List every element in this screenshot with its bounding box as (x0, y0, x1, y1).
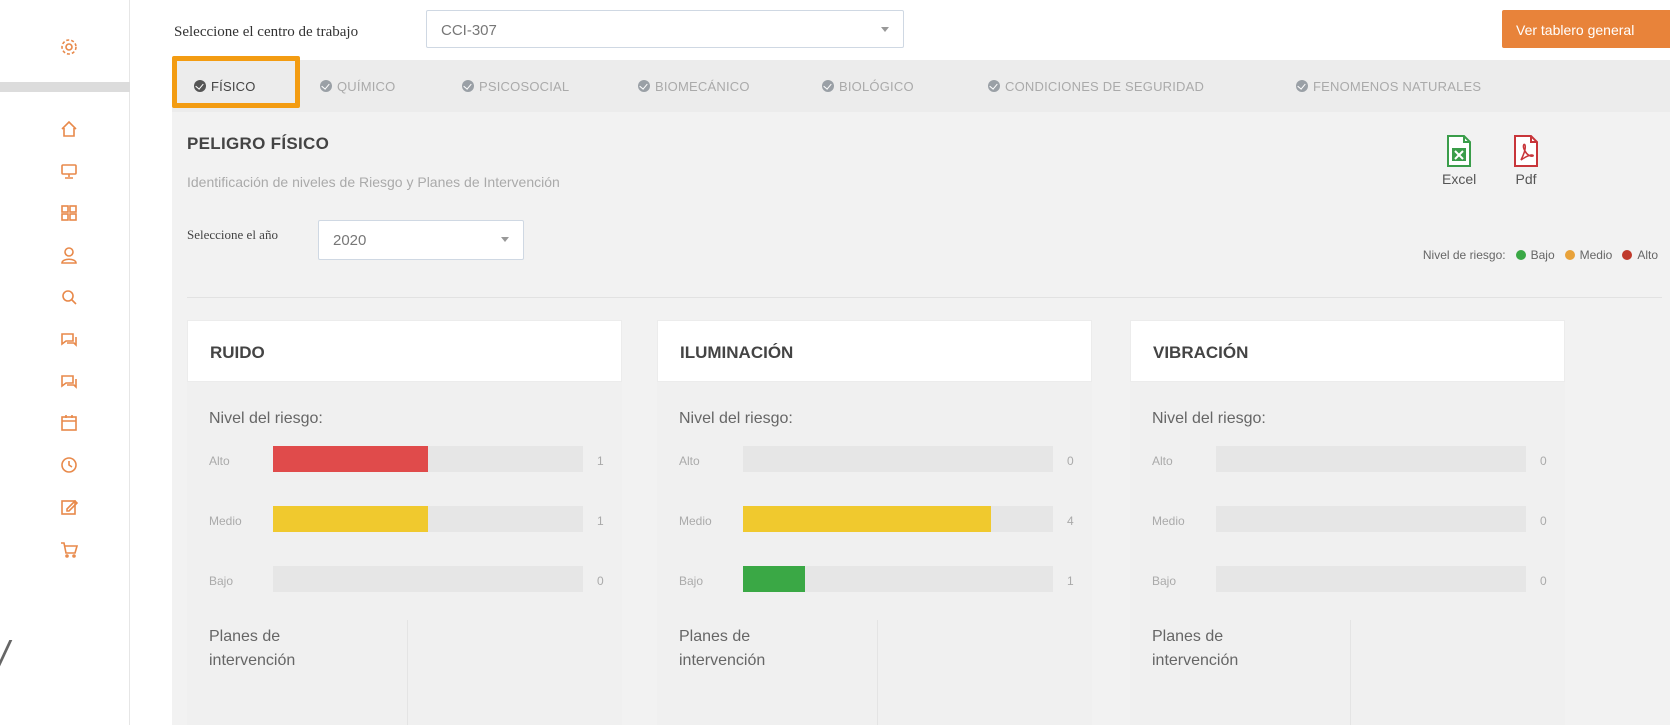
chevron-down-icon (881, 27, 889, 32)
risk-tabs: FÍSICO QUÍMICO PSICOSOCIAL BIOMECÁNICO B… (172, 60, 1670, 112)
excel-icon (1447, 135, 1472, 167)
workcenter-label: Seleccione el centro de trabajo (174, 24, 359, 40)
sidebar (0, 0, 130, 725)
plans-title: Planes de intervención (1152, 628, 1239, 669)
bar-track (743, 566, 1053, 592)
tab-biomecanico[interactable]: BIOMECÁNICO (638, 60, 750, 112)
bar-track (743, 506, 1053, 532)
tab-fenomenos-naturales[interactable]: FENOMENOS NATURALES (1296, 60, 1481, 112)
excel-label: Excel (1442, 171, 1477, 187)
section-subtitle: Identificación de niveles de Riesgo y Pl… (187, 174, 560, 190)
bar-fill (743, 566, 805, 592)
gear-icon[interactable] (58, 36, 80, 58)
legend-item-medio: Medio (1564, 248, 1612, 262)
chevron-down-icon (501, 237, 509, 242)
risk-level-title: Nivel del riesgo: (1152, 410, 1266, 427)
bar-row-alto: Alto 1 (209, 446, 609, 476)
year-label: Seleccione el año (187, 227, 278, 242)
bar-track (273, 506, 583, 532)
bar-track (1216, 566, 1526, 592)
check-circle-icon (822, 80, 834, 92)
edit-icon[interactable] (58, 496, 80, 518)
card-title: ILUMINACIÓN (680, 343, 794, 362)
pdf-icon (1514, 135, 1538, 167)
tab-condiciones-seguridad[interactable]: CONDICIONES DE SEGURIDAD (988, 60, 1204, 112)
plans-title: Planes de intervención (679, 628, 766, 669)
risk-card-ruido: RUIDO Nivel del riesgo: Alto 1 Medio 1 Baj… (187, 320, 622, 725)
calendar-icon[interactable] (58, 412, 80, 434)
legend-item-alto: Alto (1622, 248, 1658, 262)
bar-track (743, 446, 1053, 472)
check-circle-icon (638, 80, 650, 92)
chat-alt-icon[interactable] (58, 370, 80, 392)
legend-title: Nivel de riesgo: (1422, 248, 1506, 262)
card-header: RUIDO (187, 320, 622, 382)
workcenter-select[interactable]: CCI-307 (426, 10, 904, 48)
bar-fill (743, 506, 991, 532)
excel-export-button[interactable]: Excel (1442, 134, 1476, 187)
bar-track (273, 446, 583, 472)
risk-level-title: Nivel del riesgo: (209, 410, 323, 427)
clock-icon[interactable] (58, 454, 80, 476)
year-select[interactable]: 2020 (318, 220, 524, 260)
tab-biologico[interactable]: BIOLÓGICO (822, 60, 914, 112)
content-panel: PELIGRO FÍSICO Identificación de niveles… (172, 112, 1670, 725)
bar-fill (273, 446, 428, 472)
bar-row-alto: Alto 0 (679, 446, 1079, 476)
grid-icon[interactable] (58, 202, 80, 224)
card-header: VIBRACIÓN (1130, 320, 1565, 382)
cart-icon[interactable] (58, 538, 80, 560)
chat-icon[interactable] (58, 328, 80, 350)
plans-divider (1350, 620, 1351, 725)
check-circle-icon (988, 80, 1000, 92)
risk-legend: Nivel de riesgo: Bajo Medio Alto (1423, 248, 1658, 262)
section-title: PELIGRO FÍSICO (187, 134, 330, 153)
search-icon[interactable] (58, 286, 80, 308)
green-dot-icon (1515, 250, 1526, 260)
user-icon[interactable] (58, 244, 80, 266)
plans-divider (877, 620, 878, 725)
risk-card-iluminacion: ILUMINACIÓN Nivel del riesgo: Alto 0 Medi… (657, 320, 1092, 725)
pdf-export-button[interactable]: Pdf (1512, 134, 1540, 187)
plans-divider (407, 620, 408, 725)
tab-psicosocial[interactable]: PSICOSOCIAL (462, 60, 569, 112)
check-circle-icon (462, 80, 474, 92)
topbar: Seleccione el centro de trabajo CCI-307 … (130, 0, 1670, 56)
monitor-icon[interactable] (58, 160, 80, 182)
bar-row-medio: Medio 1 (209, 506, 609, 536)
card-title: VIBRACIÓN (1153, 343, 1249, 362)
bar-track (273, 566, 583, 592)
bar-fill (273, 506, 428, 532)
bar-track (1216, 506, 1526, 532)
section-divider (187, 297, 1662, 298)
orange-dot-icon (1564, 250, 1575, 260)
bar-row-alto: Alto 0 (1152, 446, 1552, 476)
bar-row-bajo: Bajo 1 (679, 566, 1079, 596)
check-circle-icon (320, 80, 332, 92)
card-title: RUIDO (210, 343, 265, 362)
card-header: ILUMINACIÓN (657, 320, 1092, 382)
workcenter-value: CCI-307 (441, 22, 497, 39)
risk-card-vibracion: VIBRACIÓN Nivel del riesgo: Alto 0 Medio 0… (1130, 320, 1565, 725)
risk-level-title: Nivel del riesgo: (679, 410, 793, 427)
plans-title: Planes de intervención (209, 628, 296, 669)
bar-track (1216, 446, 1526, 472)
bar-row-bajo: Bajo 0 (1152, 566, 1552, 596)
bar-row-bajo: Bajo 0 (209, 566, 609, 596)
tab-quimico[interactable]: QUÍMICO (320, 60, 395, 112)
active-tab-highlight (172, 56, 300, 108)
red-dot-icon (1622, 250, 1633, 260)
bar-row-medio: Medio 0 (1152, 506, 1552, 536)
main-panel: Seleccione el centro de trabajo CCI-307 … (130, 0, 1670, 725)
bar-row-medio: Medio 4 (679, 506, 1079, 536)
legend-item-bajo: Bajo (1515, 248, 1555, 262)
sidebar-separator (0, 82, 130, 92)
home-icon[interactable] (58, 118, 80, 140)
year-value: 2020 (333, 232, 367, 249)
general-dashboard-button[interactable]: Ver tablero general (1502, 10, 1670, 48)
check-circle-icon (1296, 80, 1308, 92)
pdf-label: Pdf (1515, 171, 1537, 187)
